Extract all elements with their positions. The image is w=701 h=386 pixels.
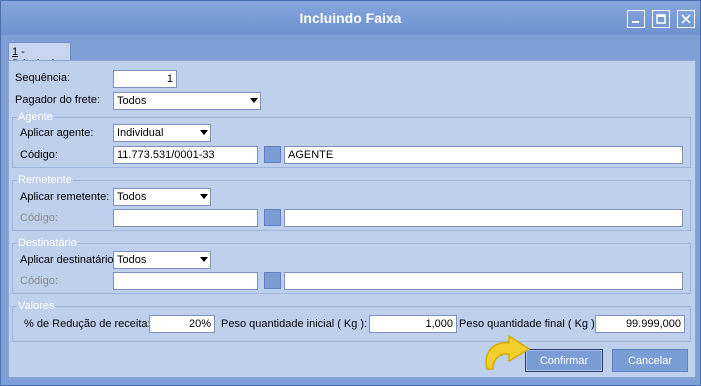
close-icon	[681, 14, 691, 24]
remetente-codigo-input[interactable]	[113, 209, 258, 227]
chevron-down-icon	[200, 257, 208, 262]
agente-codigo-label: Código:	[20, 149, 58, 161]
destinatario-codigo-label: Código:	[20, 275, 58, 287]
maximize-icon	[656, 14, 666, 24]
destinatario-legend: Destinatário	[17, 237, 78, 250]
destinatario-lookup-button[interactable]	[264, 272, 281, 289]
peso-final-label: Peso quantidade final ( Kg ):	[459, 318, 598, 330]
tab-panel: Sequência: 1 Pagador do frete: Todos Age…	[8, 60, 696, 378]
destinatario-nome-input[interactable]	[284, 272, 683, 290]
pointing-arrow-icon	[485, 335, 530, 370]
peso-final-input[interactable]: 99.999,000	[595, 315, 685, 333]
aplicar-remetente-select[interactable]: Todos	[113, 188, 211, 206]
minimize-icon	[632, 21, 639, 23]
reducao-input[interactable]: 20%	[149, 315, 215, 333]
aplicar-agente-label: Aplicar agente:	[20, 127, 94, 139]
aplicar-remetente-value: Todos	[117, 191, 147, 203]
remetente-lookup-button[interactable]	[264, 209, 281, 226]
pagador-value: Todos	[117, 95, 147, 107]
peso-inicial-label: Peso quantidade inicial ( Kg ):	[221, 318, 368, 330]
agente-legend: Agente	[17, 111, 54, 124]
aplicar-destinatario-select[interactable]: Todos	[113, 251, 211, 269]
pagador-select[interactable]: Todos	[113, 92, 261, 110]
dialog-window: Incluindo Faixa 1 - Principal Sequência:…	[0, 0, 701, 386]
cancelar-button[interactable]: Cancelar	[612, 349, 688, 372]
remetente-codigo-label: Código:	[20, 212, 58, 224]
aplicar-destinatario-label: Aplicar destinatário:	[20, 254, 117, 266]
maximize-button[interactable]	[652, 10, 670, 28]
pagador-label: Pagador do frete:	[15, 94, 101, 106]
aplicar-destinatario-value: Todos	[117, 254, 147, 266]
close-button[interactable]	[677, 10, 695, 28]
minimize-button[interactable]	[627, 10, 645, 28]
remetente-nome-input[interactable]	[284, 209, 683, 227]
sequencia-input[interactable]: 1	[113, 70, 177, 88]
valores-legend: Valores	[17, 300, 56, 313]
aplicar-remetente-label: Aplicar remetente:	[20, 191, 110, 203]
tab-principal[interactable]: 1 - Principal	[8, 42, 71, 70]
chevron-down-icon	[250, 98, 258, 103]
title-bar[interactable]: Incluindo Faixa	[1, 1, 700, 35]
window-title: Incluindo Faixa	[299, 10, 402, 26]
agente-codigo-input[interactable]: 11.773.531/0001-33	[113, 146, 258, 164]
agente-nome-input[interactable]: AGENTE	[284, 146, 683, 164]
sequencia-label: Sequência:	[15, 72, 71, 84]
chevron-down-icon	[200, 130, 208, 135]
aplicar-agente-select[interactable]: Individual	[113, 124, 211, 142]
aplicar-agente-value: Individual	[117, 127, 164, 139]
destinatario-codigo-input[interactable]	[113, 272, 258, 290]
peso-inicial-input[interactable]: 1,000	[369, 315, 457, 333]
remetente-legend: Remetente	[17, 174, 73, 187]
chevron-down-icon	[200, 194, 208, 199]
reducao-label: % de Redução de receita:	[24, 318, 151, 330]
agente-lookup-button[interactable]	[264, 146, 281, 163]
